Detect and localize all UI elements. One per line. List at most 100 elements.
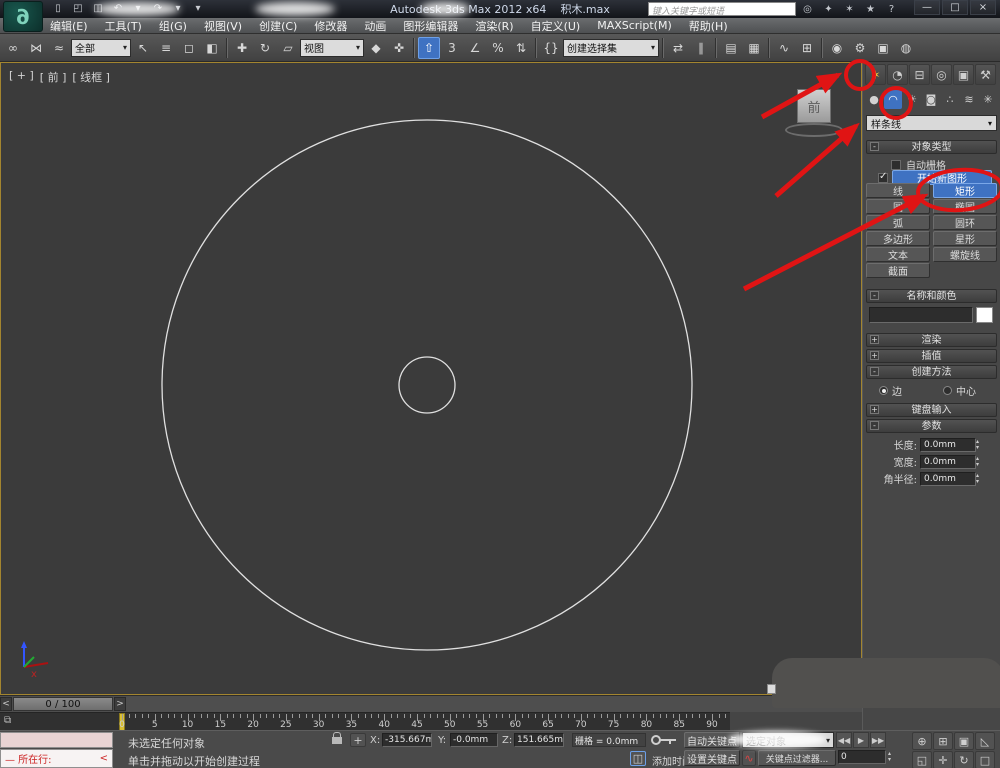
key-filters-button[interactable]: 关键点过滤器... [758,750,836,766]
edge-radio[interactable] [879,386,888,395]
tab-display-icon[interactable]: ▣ [953,64,974,85]
object-type-button-7[interactable]: 星形 [933,231,997,246]
nav-pan-icon[interactable]: ✛ [933,751,953,768]
open-file-icon[interactable]: ◰ [70,1,86,16]
snap-toggle-3d-icon[interactable]: 3 [441,37,463,59]
menu-item-11[interactable]: 帮助(H) [689,18,728,34]
menu-item-5[interactable]: 修改器 [314,18,347,34]
percent-snap-toggle-icon[interactable]: % [487,37,509,59]
menu-item-1[interactable]: 工具(T) [105,18,142,34]
rollout-parameters[interactable]: - 参数 [866,419,997,433]
communication-center-icon[interactable]: ✶ [842,2,857,16]
select-by-name-icon[interactable]: ≡ [155,37,177,59]
object-name-input[interactable] [869,307,973,323]
reference-coordinate-dropdown[interactable]: 视图 ▾ [300,38,364,57]
start-new-shape-checkbox[interactable] [878,171,888,183]
graphite-ribbon-toggle-icon[interactable]: ▦ [743,37,765,59]
render-production-icon[interactable]: ◍ [895,37,917,59]
object-type-button-8[interactable]: 文本 [866,247,930,262]
viewcube-front-face[interactable]: 前 [797,89,831,123]
absolute-relative-toggle-icon[interactable]: + [350,733,366,747]
corner-radius-spinner[interactable]: ▴ ▾ [976,472,985,485]
angle-snap-toggle-icon[interactable]: ∠ [464,37,486,59]
object-type-button-2[interactable]: 圆 [866,199,930,214]
category-systems-icon[interactable]: ✳ [979,90,997,109]
menu-item-4[interactable]: 创建(C) [259,18,297,34]
collapse-icon[interactable]: - [870,367,879,376]
rendered-frame-window-icon[interactable]: ▣ [872,37,894,59]
center-radio[interactable] [943,386,952,395]
tab-utilities-icon[interactable]: ⚒ [975,64,996,85]
shape-type-dropdown[interactable]: 样条线 ▾ [866,115,997,131]
rollout-rendering[interactable]: + 渲染 [866,333,997,347]
menu-item-0[interactable]: 编辑(E) [50,18,88,34]
new-key-icon[interactable]: ∿ [742,750,756,766]
new-scene-icon[interactable]: ▯ [50,1,66,16]
trackbar-config-icon[interactable]: ⧉ [4,715,26,729]
minimize-button[interactable]: — [914,0,940,15]
z-coordinate-field[interactable]: 151.665mm [514,733,564,747]
length-field[interactable]: 0.0mm [920,437,976,452]
viewport-menu-view[interactable]: [ 前 ] [40,69,67,85]
category-cameras-icon[interactable]: ◙ [922,90,940,109]
viewport-front[interactable]: x [ + ] [ 前 ] [ 线框 ] 前 [0,62,862,695]
select-object-icon[interactable]: ↖ [132,37,154,59]
select-and-rotate-icon[interactable]: ↻ [254,37,276,59]
bind-to-space-warp-icon[interactable]: ≈ [48,37,70,59]
category-geometry-icon[interactable]: ● [865,90,883,109]
object-type-button-4[interactable]: 弧 [866,215,930,230]
viewport-canvas[interactable]: x [1,63,861,694]
play-animation-icon[interactable]: ▶ [853,732,869,748]
maximize-button[interactable]: □ [942,0,968,15]
nav-fov-icon[interactable]: ◺ [975,732,995,750]
menu-item-2[interactable]: 组(G) [159,18,187,34]
next-frame-arrow[interactable]: > [114,697,126,711]
search-input[interactable]: 键入关键字或短语 [648,2,796,17]
category-helpers-icon[interactable]: ∴ [941,90,959,109]
maxscript-listener-line[interactable]: — 所在行: < [0,749,113,768]
maxscript-mini-listener[interactable] [0,732,113,748]
search-binoculars-icon[interactable]: ◎ [800,2,815,16]
window-crossing-toggle-icon[interactable]: ◧ [201,37,223,59]
nav-zoom-region-icon[interactable]: ◱ [912,751,932,768]
set-key-button[interactable]: 设置关键点 [684,750,740,766]
viewport-menu-plus[interactable]: [ + ] [9,69,34,85]
y-coordinate-field[interactable]: -0.0mm [450,733,498,747]
tab-motion-icon[interactable]: ◎ [931,64,952,85]
select-and-move-icon[interactable]: ✚ [231,37,253,59]
expand-icon[interactable]: + [870,351,879,360]
object-color-swatch[interactable] [976,307,993,323]
menu-item-7[interactable]: 图形编辑器 [403,18,458,34]
tab-create-icon[interactable]: ✶ [865,64,886,85]
tab-hierarchy-icon[interactable]: ⊟ [909,64,930,85]
expand-icon[interactable]: + [870,335,879,344]
spline-circle-outer[interactable] [161,119,693,651]
object-type-button-10[interactable]: 截面 [866,263,930,278]
rollout-object-type[interactable]: - 对象类型 [866,140,997,154]
close-button[interactable]: × [970,0,996,15]
selection-lock-icon[interactable] [332,732,342,744]
select-and-scale-icon[interactable]: ▱ [277,37,299,59]
qat-customize-icon[interactable]: ▾ [190,1,206,16]
category-lights-icon[interactable]: ☀ [903,90,921,109]
mirror-icon[interactable]: ⇄ [667,37,689,59]
spline-circle-inner[interactable] [398,356,456,414]
select-and-link-icon[interactable]: ∞ [2,37,24,59]
collapse-icon[interactable]: - [870,142,879,151]
viewport-menu-shading[interactable]: [ 线框 ] [72,69,110,85]
tab-modify-icon[interactable]: ◔ [887,64,908,85]
nav-zoom-icon[interactable]: ⊕ [912,732,932,750]
align-icon[interactable]: ∥ [690,37,712,59]
go-to-start-icon[interactable]: ◀◀ [836,732,852,748]
collapse-icon[interactable]: - [870,421,879,430]
time-tag-icon[interactable]: ◫ [630,751,646,766]
time-slider-thumb[interactable]: 0 / 100 [13,697,113,711]
width-spinner[interactable]: ▴ ▾ [976,455,985,468]
edit-named-selection-sets-icon[interactable]: {} [540,37,562,59]
collapse-icon[interactable]: - [870,291,879,300]
prev-frame-arrow[interactable]: < [0,697,12,711]
rectangular-selection-region-icon[interactable]: ◻ [178,37,200,59]
layer-manager-icon[interactable]: ▤ [720,37,742,59]
keyboard-shortcut-override-icon[interactable]: ⇧ [418,36,440,59]
nav-zoom-all-icon[interactable]: ⊞ [933,732,953,750]
